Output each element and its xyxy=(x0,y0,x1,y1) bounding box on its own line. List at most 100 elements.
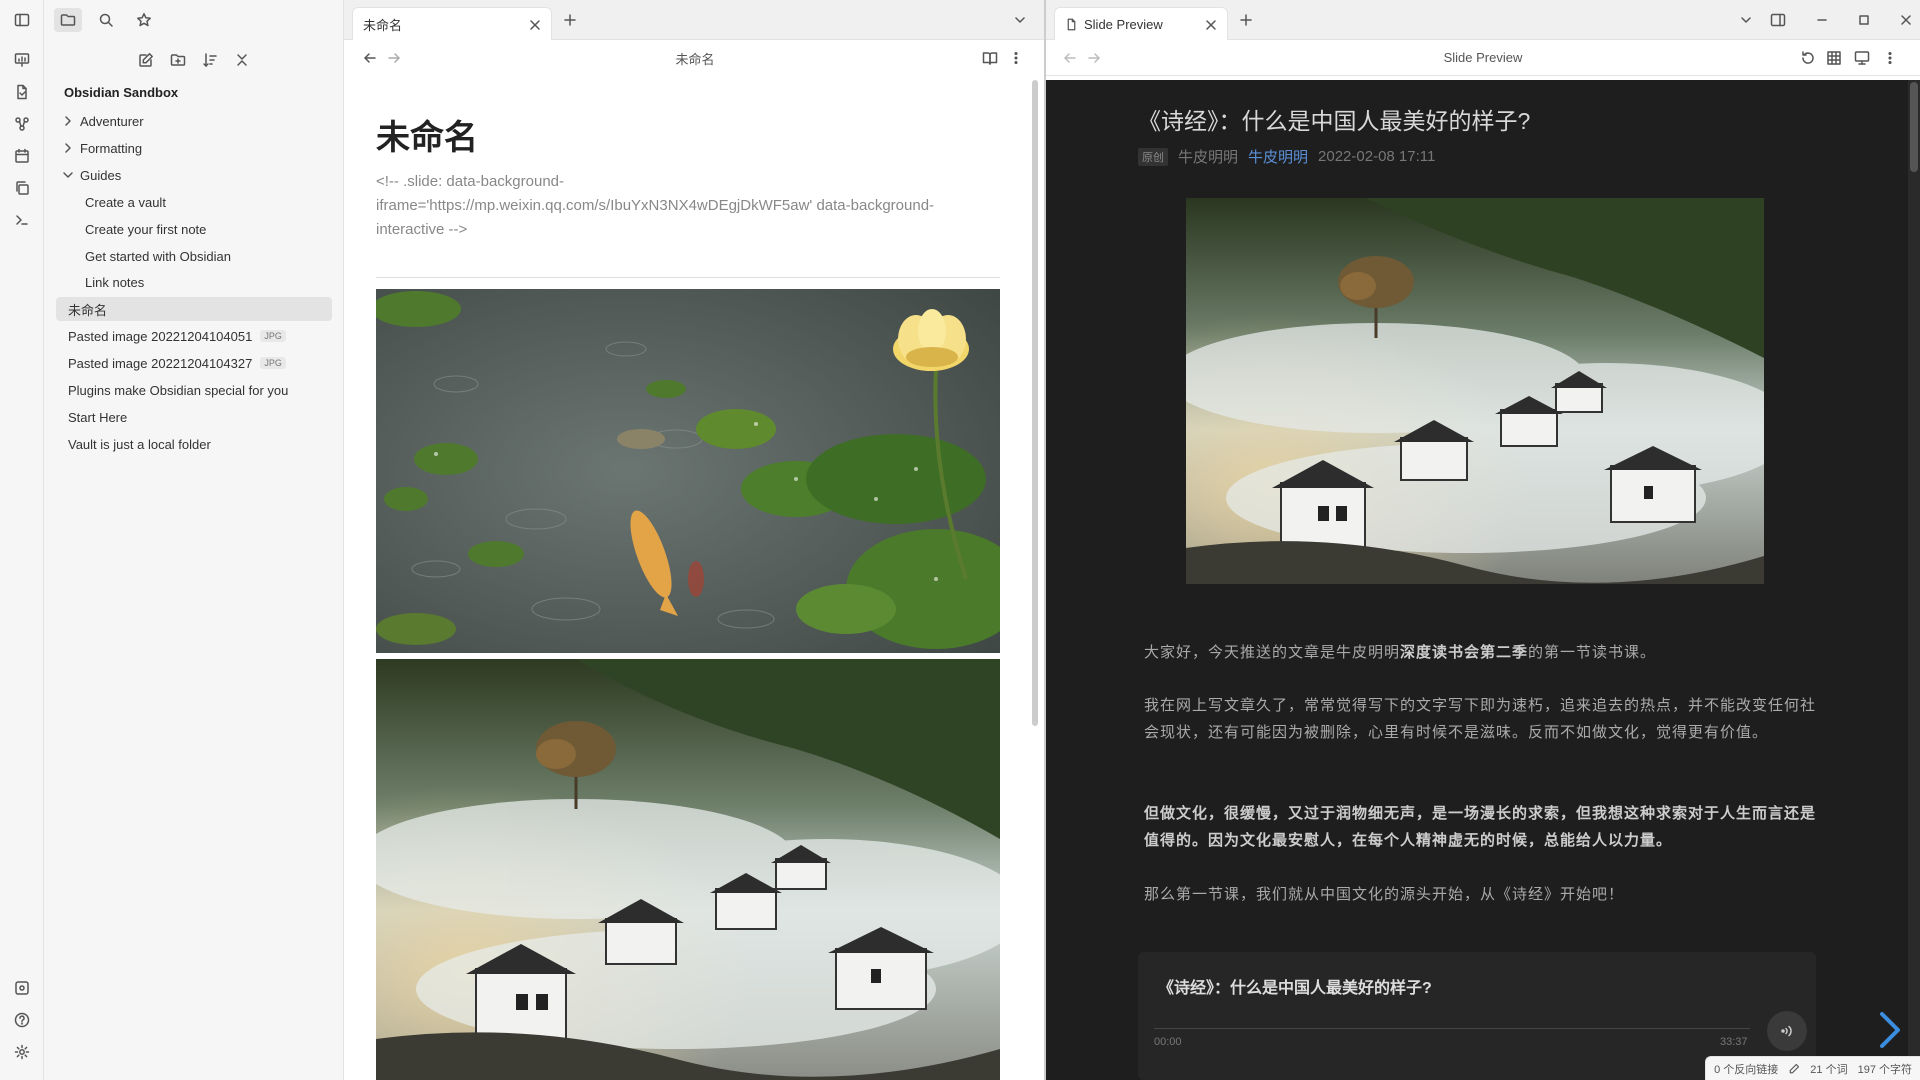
paragraph-3-bold: 但做文化，很缓慢，又过于润物细无声，是一场漫长的求索，但我想这种求索对于人生而言… xyxy=(1144,805,1817,849)
copy-icon[interactable] xyxy=(11,177,33,199)
sound-wave-icon xyxy=(1781,1025,1792,1037)
folder-guides[interactable]: Guides xyxy=(56,163,332,187)
audio-current-time: 00:00 xyxy=(1154,1036,1182,1048)
editor-pane: 未命名 未命名 未命名 <!-- .slide: data-background… xyxy=(344,0,1046,1080)
document-icon xyxy=(1067,18,1076,30)
folder-label: Formatting xyxy=(80,140,143,156)
article-title: 《诗经》：什么是中国人最美好的样子? xyxy=(1138,108,1531,134)
search-tab-icon[interactable] xyxy=(92,8,120,32)
file-create-a-vault[interactable]: Create a vault xyxy=(56,190,332,214)
forward-arrow-icon[interactable] xyxy=(1086,50,1102,66)
ribbon xyxy=(0,0,44,1080)
status-bar: 0 个反向链接 21 个词 197 个字符 xyxy=(1705,1056,1920,1080)
maximize-icon[interactable] xyxy=(1856,12,1872,28)
editor-scrollbar[interactable] xyxy=(1032,80,1038,726)
text-run: 的第一节读书课。 xyxy=(1528,644,1657,661)
file-label: Pasted image 20221204104051 xyxy=(68,328,253,344)
file-label: Create a vault xyxy=(85,194,166,210)
settings-icon[interactable] xyxy=(11,1041,33,1063)
new-note-icon[interactable] xyxy=(134,48,158,72)
presentation-icon[interactable] xyxy=(1854,50,1870,66)
article-cover-image xyxy=(1186,198,1764,584)
back-arrow-icon[interactable] xyxy=(362,50,378,66)
file-pasted-image-2[interactable]: Pasted image 20221204104327 JPG xyxy=(56,351,332,375)
vault-switch-icon[interactable] xyxy=(11,977,33,999)
minimize-icon[interactable] xyxy=(1814,12,1830,28)
file-vault-local-folder[interactable]: Vault is just a local folder xyxy=(56,432,332,456)
pasted-image-misty-village xyxy=(376,659,1000,1080)
tab-untitled[interactable]: 未命名 xyxy=(352,7,552,40)
file-label: Create your first note xyxy=(85,221,207,237)
file-label: Link notes xyxy=(85,274,145,290)
refresh-icon[interactable] xyxy=(1800,50,1816,66)
toggle-sidebar-icon[interactable] xyxy=(11,9,33,31)
file-start-here[interactable]: Start Here xyxy=(56,405,332,429)
lotus-pond-image xyxy=(376,289,1000,653)
pencil-icon[interactable] xyxy=(1788,1063,1800,1075)
article-author: 牛皮明明 xyxy=(1178,149,1239,166)
next-slide-arrow-icon[interactable] xyxy=(1876,1010,1904,1050)
reading-view-book-icon[interactable] xyxy=(982,50,998,66)
grid-view-icon[interactable] xyxy=(1826,50,1842,66)
audio-progress-bar[interactable] xyxy=(1154,1028,1750,1029)
forward-arrow-icon[interactable] xyxy=(386,50,402,66)
file-plugins[interactable]: Plugins make Obsidian special for you xyxy=(56,378,332,402)
tab-slide-preview[interactable]: Slide Preview xyxy=(1054,7,1228,40)
sort-icon[interactable] xyxy=(198,48,222,72)
collapse-all-icon[interactable] xyxy=(230,48,254,72)
new-folder-icon[interactable] xyxy=(166,48,190,72)
help-icon[interactable] xyxy=(11,1009,33,1031)
audio-duration: 33:37 xyxy=(1720,1036,1748,1048)
preview-scroll-thumb[interactable] xyxy=(1910,82,1918,172)
backlinks-count[interactable]: 0 个反向链接 xyxy=(1714,1061,1778,1077)
folder-adventurer[interactable]: Adventurer xyxy=(56,109,332,133)
more-options-icon[interactable] xyxy=(1882,50,1898,66)
file-get-started[interactable]: Get started with Obsidian xyxy=(56,244,332,268)
close-icon[interactable] xyxy=(1203,17,1219,33)
file-link-notes[interactable]: Link notes xyxy=(56,270,332,294)
file-label: Vault is just a local folder xyxy=(68,436,211,452)
slide-icon[interactable] xyxy=(11,49,33,71)
new-tab-plus-icon[interactable] xyxy=(562,12,578,28)
close-window-icon[interactable] xyxy=(1898,12,1914,28)
terminal-icon[interactable] xyxy=(11,209,33,231)
file-create-your-first-note[interactable]: Create your first note xyxy=(56,217,332,241)
file-label: Start Here xyxy=(68,409,128,425)
file-label: Plugins make Obsidian special for you xyxy=(68,382,289,398)
tab-list-chevron-down-icon[interactable] xyxy=(1738,12,1754,28)
toggle-right-sidebar-icon[interactable] xyxy=(1770,12,1786,28)
bold-text-run: 深度读书会第二季 xyxy=(1400,644,1529,661)
files-tab-folder-icon[interactable] xyxy=(54,8,82,32)
calendar-icon[interactable] xyxy=(11,145,33,167)
tab-list-chevron-down-icon[interactable] xyxy=(1012,12,1028,28)
misty-village-image xyxy=(376,659,1000,1080)
vault-name: Obsidian Sandbox xyxy=(64,85,179,100)
file-label: 未命名 xyxy=(68,302,108,318)
folder-label: Adventurer xyxy=(80,113,144,129)
new-tab-plus-icon[interactable] xyxy=(1238,12,1254,28)
back-arrow-icon[interactable] xyxy=(1062,50,1078,66)
file-icon[interactable] xyxy=(11,81,33,103)
tab-label: Slide Preview xyxy=(1084,16,1163,32)
close-icon[interactable] xyxy=(527,17,543,33)
audio-play-button[interactable] xyxy=(1767,1011,1807,1051)
horizontal-rule xyxy=(376,277,1000,278)
misty-village-image xyxy=(1186,198,1764,584)
folder-formatting[interactable]: Formatting xyxy=(56,136,332,160)
tab-label: 未命名 xyxy=(363,17,403,33)
slide-comment-text[interactable]: <!-- .slide: data-background-iframe='htt… xyxy=(376,170,996,242)
editor-tab-bar: 未命名 xyxy=(344,0,1044,40)
preview-scrollbar[interactable] xyxy=(1908,80,1920,1080)
slide-preview-content[interactable]: 《诗经》：什么是中国人最美好的样子? 原创 牛皮明明 牛皮明明 2022-02-… xyxy=(1046,80,1920,1080)
folder-label: Guides xyxy=(80,167,122,183)
file-untitled[interactable]: 未命名 xyxy=(56,297,332,321)
preview-view-header: Slide Preview xyxy=(1046,40,1920,76)
bookmarks-star-icon[interactable] xyxy=(130,8,158,32)
file-pasted-image-1[interactable]: Pasted image 20221204104051 JPG xyxy=(56,324,332,348)
more-options-icon[interactable] xyxy=(1008,50,1024,66)
character-count: 197 个字符 xyxy=(1857,1063,1912,1076)
file-explorer-sidebar: Obsidian Sandbox Adventurer Formatting G… xyxy=(44,0,344,1080)
account-link[interactable]: 牛皮明明 xyxy=(1248,146,1308,167)
article-meta: 原创 牛皮明明 牛皮明明 2022-02-08 17:11 xyxy=(1138,146,1435,167)
graph-icon[interactable] xyxy=(11,113,33,135)
